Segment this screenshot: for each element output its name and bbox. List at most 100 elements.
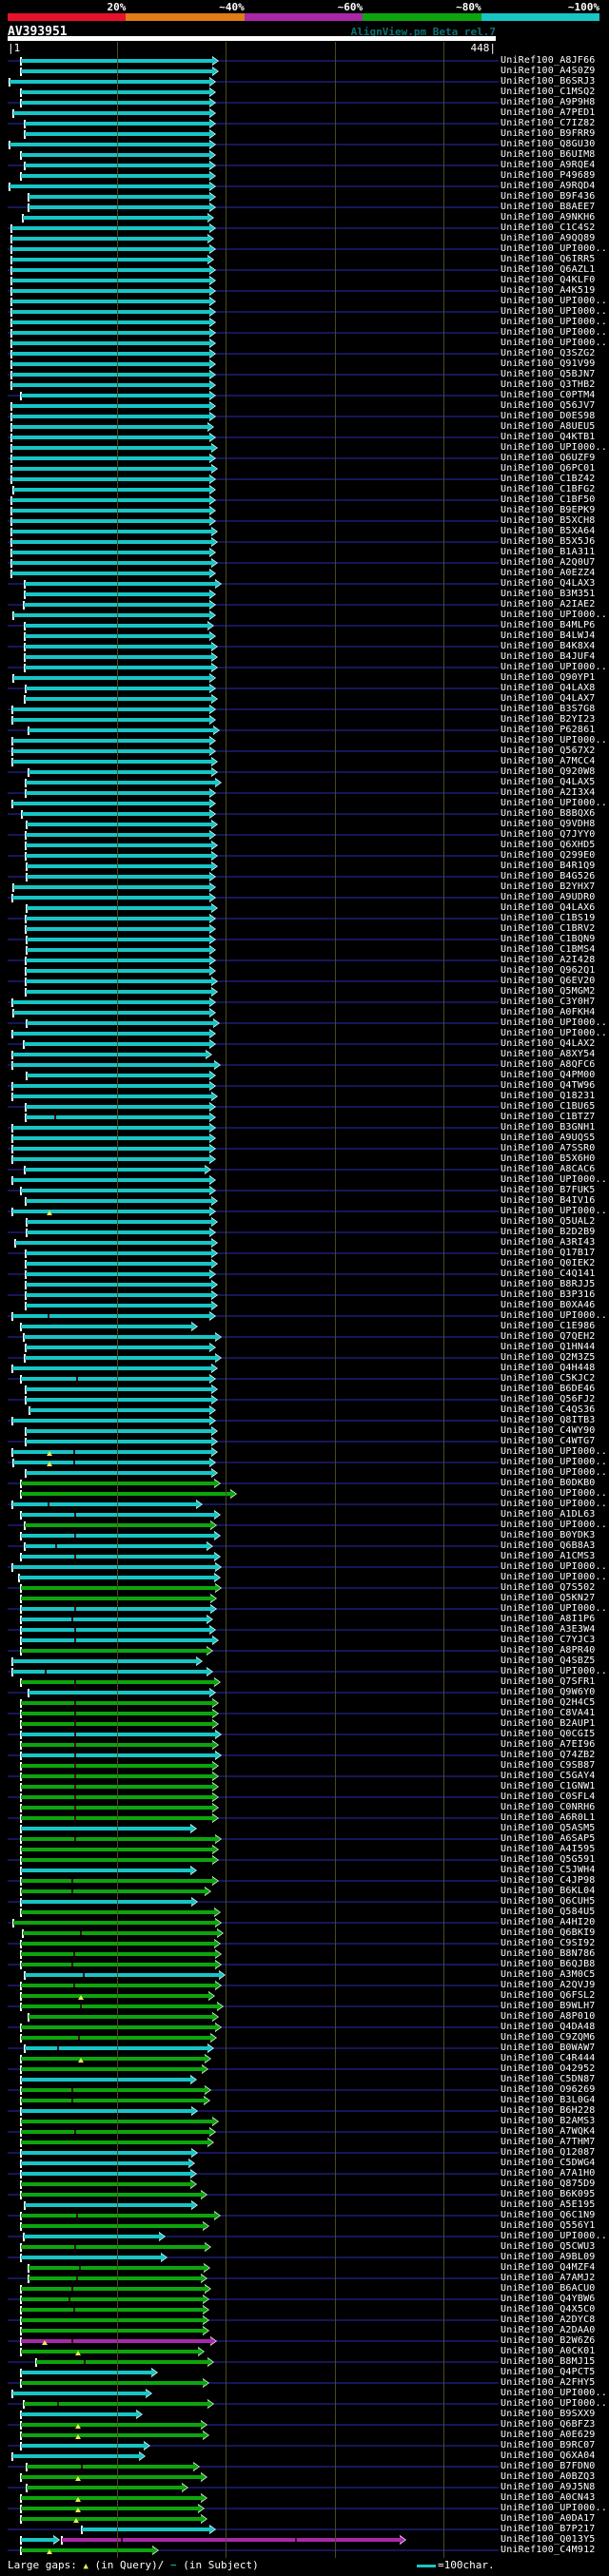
hit-label[interactable]: UniRef100_C0PTM4: [501, 390, 596, 400]
alignment-bar[interactable]: [12, 1178, 210, 1182]
alignment-bar[interactable]: [11, 373, 210, 377]
alignment-bar[interactable]: [21, 2507, 199, 2510]
hit-label[interactable]: UniRef100_B6K095: [501, 2189, 596, 2199]
hit-label[interactable]: UniRef100_UPI000..: [501, 1520, 607, 1530]
hit-label[interactable]: UniRef100_Q4KTB1: [501, 432, 596, 442]
hit-label[interactable]: UniRef100_C1BMS4: [501, 944, 596, 955]
alignment-bar[interactable]: [21, 2496, 202, 2500]
hit-label[interactable]: UniRef100_A0DA17: [501, 2513, 596, 2524]
hit-label[interactable]: UniRef100_C4WTG7: [501, 1436, 596, 1446]
alignment-bar[interactable]: [11, 561, 212, 565]
alignment-bar[interactable]: [24, 1335, 216, 1339]
alignment-bar[interactable]: [21, 2099, 205, 2102]
hit-label[interactable]: UniRef100_UPI000..: [501, 1467, 607, 1478]
alignment-bar[interactable]: [21, 1963, 216, 1966]
hit-label[interactable]: UniRef100_UPI000..: [501, 1499, 607, 1509]
hit-label[interactable]: UniRef100_A8P010: [501, 2011, 596, 2022]
hit-label[interactable]: UniRef100_A9RQE4: [501, 160, 596, 170]
alignment-bar[interactable]: [26, 959, 210, 962]
alignment-bar[interactable]: [21, 1910, 215, 1914]
hit-label[interactable]: UniRef100_Q2M3Z5: [501, 1352, 596, 1363]
hit-label[interactable]: UniRef100_Q6CUH5: [501, 1896, 596, 1907]
hit-label[interactable]: UniRef100_B3P316: [501, 1289, 596, 1300]
hit-label[interactable]: UniRef100_Q6XA04: [501, 2450, 596, 2461]
hit-label[interactable]: UniRef100_C5DWG4: [501, 2158, 596, 2168]
hit-label[interactable]: UniRef100_B6DE46: [501, 1384, 596, 1394]
alignment-bar[interactable]: [21, 1649, 207, 1653]
alignment-bar[interactable]: [21, 174, 210, 178]
alignment-bar[interactable]: [21, 2057, 206, 2061]
alignment-bar[interactable]: [12, 1063, 215, 1067]
alignment-bar[interactable]: [26, 1272, 210, 1276]
hit-label[interactable]: UniRef100_B3L0G4: [501, 2095, 596, 2105]
hit-label[interactable]: UniRef100_A9P9H8: [501, 97, 596, 107]
hit-label[interactable]: UniRef100_Q4KLF0: [501, 275, 596, 285]
alignment-bar[interactable]: [21, 2109, 192, 2113]
alignment-bar[interactable]: [25, 2203, 192, 2207]
hit-label[interactable]: UniRef100_Q4H448: [501, 1363, 596, 1373]
alignment-bar[interactable]: [12, 1419, 210, 1423]
hit-label[interactable]: UniRef100_A6SAP5: [501, 1833, 596, 1844]
hit-label[interactable]: UniRef100_UPI000..: [501, 610, 607, 620]
hit-label[interactable]: UniRef100_Q4DA48: [501, 2022, 596, 2032]
alignment-bar[interactable]: [21, 1942, 215, 1946]
hit-label[interactable]: UniRef100_D0ES98: [501, 411, 596, 421]
alignment-bar[interactable]: [27, 1021, 214, 1025]
hit-label[interactable]: UniRef100_Q90YP1: [501, 672, 596, 683]
alignment-bar[interactable]: [29, 1691, 210, 1695]
hit-label[interactable]: UniRef100_Q18231: [501, 1091, 596, 1101]
hit-label[interactable]: UniRef100_C1BRV2: [501, 923, 596, 934]
hit-label[interactable]: UniRef100_A2FHY5: [501, 2377, 596, 2388]
hit-label[interactable]: UniRef100_A7A1H0: [501, 2168, 596, 2179]
alignment-bar[interactable]: [12, 2454, 140, 2458]
hit-label[interactable]: UniRef100_Q8GU30: [501, 139, 596, 149]
alignment-bar[interactable]: [27, 1220, 212, 1224]
hit-label[interactable]: UniRef100_UPI000..: [501, 243, 607, 254]
hit-label[interactable]: UniRef100_C1MSQ2: [501, 87, 596, 97]
alignment-bar[interactable]: [27, 875, 210, 879]
hit-label[interactable]: UniRef100_Q567X2: [501, 746, 596, 756]
alignment-bar[interactable]: [21, 1680, 215, 1684]
alignment-bar[interactable]: [12, 1314, 210, 1318]
alignment-bar[interactable]: [21, 1984, 216, 1987]
alignment-bar[interactable]: [21, 1994, 209, 1998]
alignment-bar[interactable]: [21, 2161, 189, 2165]
hit-label[interactable]: UniRef100_C4JP98: [501, 1875, 596, 1886]
alignment-bar[interactable]: [21, 1492, 231, 1496]
hit-label[interactable]: UniRef100_Q962Q1: [501, 965, 596, 976]
alignment-bar[interactable]: [11, 436, 210, 439]
alignment-bar[interactable]: [26, 1398, 212, 1402]
alignment-bar[interactable]: [25, 645, 212, 649]
alignment-bar[interactable]: [21, 2067, 203, 2071]
hit-label[interactable]: UniRef100_B3S7G8: [501, 704, 596, 714]
hit-label[interactable]: UniRef100_Q91V99: [501, 358, 596, 369]
alignment-bar[interactable]: [12, 1659, 197, 1663]
hit-label[interactable]: UniRef100_Q6UZF9: [501, 453, 596, 463]
alignment-bar[interactable]: [21, 2339, 211, 2343]
hit-label[interactable]: UniRef100_B6QJB8: [501, 1959, 596, 1969]
alignment-bar[interactable]: [13, 1011, 210, 1015]
hit-label[interactable]: UniRef100_B3GNH1: [501, 1122, 596, 1133]
hit-label[interactable]: UniRef100_A2IAE2: [501, 599, 596, 610]
alignment-bar[interactable]: [12, 1126, 210, 1130]
hit-label[interactable]: UniRef100_B1A311: [501, 547, 596, 557]
hit-label[interactable]: UniRef100_B4K8X4: [501, 641, 596, 651]
alignment-bar[interactable]: [21, 1325, 192, 1328]
alignment-bar[interactable]: [12, 1147, 210, 1151]
alignment-bar[interactable]: [21, 2193, 202, 2197]
hit-label[interactable]: UniRef100_C5KJC2: [501, 1373, 596, 1384]
alignment-bar[interactable]: [23, 216, 208, 220]
hit-label[interactable]: UniRef100_Q5CWU3: [501, 2241, 596, 2252]
alignment-bar[interactable]: [21, 2182, 191, 2186]
hit-label[interactable]: UniRef100_A7THM7: [501, 2137, 596, 2147]
hit-label[interactable]: UniRef100_A9J5N8: [501, 2482, 596, 2492]
hit-label[interactable]: UniRef100_A2DAA0: [501, 2325, 596, 2335]
hit-label[interactable]: UniRef100_A9UDR0: [501, 892, 596, 902]
hit-label[interactable]: UniRef100_Q2H4C5: [501, 1697, 596, 1708]
hit-label[interactable]: UniRef100_C1BTZ7: [501, 1112, 596, 1122]
alignment-bar[interactable]: [21, 1607, 211, 1611]
hit-label[interactable]: UniRef100_Q7QEH2: [501, 1331, 596, 1342]
hit-label[interactable]: UniRef100_A2I428: [501, 955, 596, 965]
alignment-bar[interactable]: [11, 519, 210, 523]
alignment-bar[interactable]: [21, 1534, 215, 1538]
